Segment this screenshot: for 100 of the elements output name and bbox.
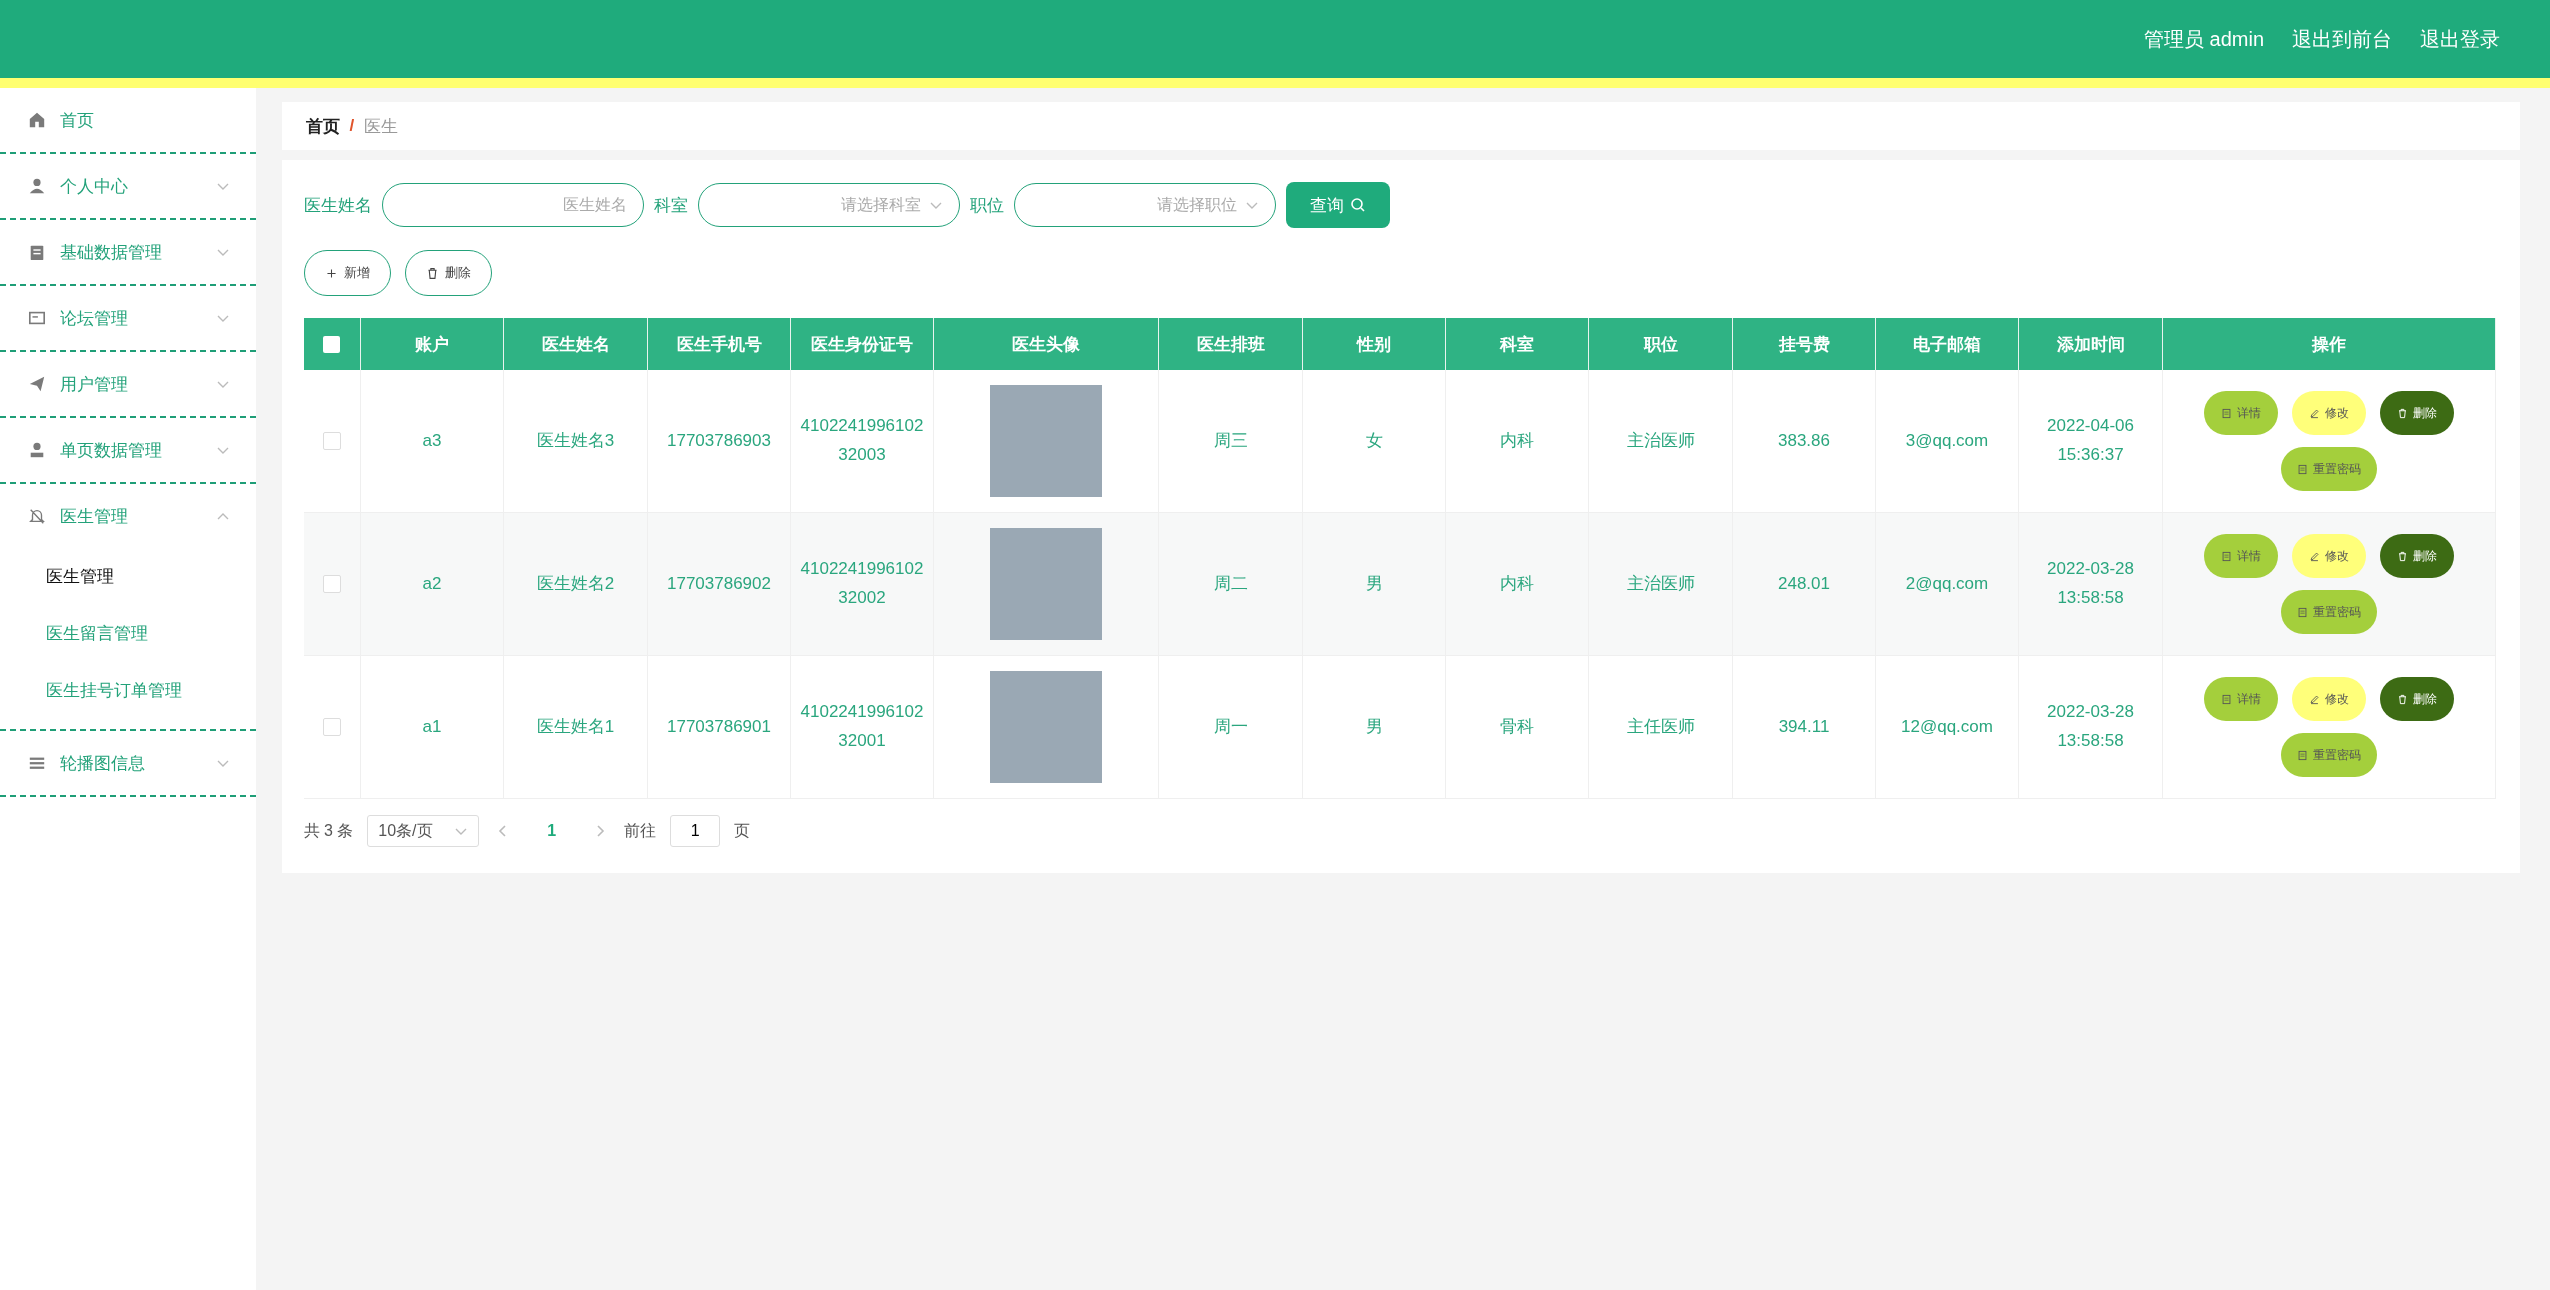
edit-button[interactable]: 修改 [2292, 391, 2366, 435]
document-icon [2221, 693, 2232, 705]
column-header: 操作 [2162, 318, 2496, 370]
sidebar-item[interactable]: 首页 [0, 88, 256, 154]
column-header: 职位 [1588, 318, 1733, 370]
breadcrumb-current: 医生 [364, 115, 399, 138]
sidebar-item[interactable]: 论坛管理 [0, 286, 256, 352]
menu-item-icon [28, 243, 46, 261]
menu-item-icon [28, 177, 46, 195]
column-header: 医生排班 [1158, 318, 1303, 370]
column-header: 挂号费 [1732, 318, 1876, 370]
table-cell: 骨科 [1445, 655, 1589, 799]
table-cell: 内科 [1445, 370, 1589, 513]
select-all-checkbox[interactable] [323, 336, 341, 353]
table-cell: 383.86 [1732, 370, 1876, 513]
trash-icon [2397, 693, 2408, 705]
delete-button[interactable]: 删除 [2380, 391, 2454, 435]
total-count: 共 3 条 [303, 820, 354, 841]
table-cell: 男 [1302, 655, 1446, 799]
table-cell: 2022-04-06 15:36:37 [2018, 370, 2163, 513]
table-cell: 2022-03-28 13:58:58 [2018, 655, 2163, 799]
detail-button[interactable]: 详情 [2204, 391, 2278, 435]
add-button[interactable]: 新增 [303, 250, 391, 296]
table-cell: 2022-03-28 13:58:58 [2018, 512, 2163, 656]
reset-button[interactable]: 重置密码 [2281, 590, 2377, 634]
reset-button[interactable]: 重置密码 [2281, 447, 2377, 491]
delete-button[interactable]: 删除 [404, 250, 492, 296]
page-input[interactable]: 1 [670, 815, 721, 847]
table-cell: 主治医师 [1588, 370, 1733, 513]
submenu-item[interactable]: 医生留言管理 [0, 605, 256, 662]
table-cell: 3@qq.com [1875, 370, 2019, 513]
column-header: 医生身份证号 [790, 318, 934, 370]
table-cell: 男 [1302, 512, 1446, 656]
edit-button[interactable]: 修改 [2292, 534, 2366, 578]
table-cell: 410224199610232002 [790, 512, 934, 656]
sidebar-item[interactable]: 医生管理 [0, 484, 256, 548]
search-icon [1349, 197, 1366, 213]
trash-icon [2397, 550, 2408, 562]
table-cell: a1 [360, 655, 504, 799]
table-cell: 410224199610232003 [790, 370, 934, 513]
column-header: 账户 [360, 318, 504, 370]
page-number[interactable]: 1 [527, 822, 577, 840]
table-cell: a2 [360, 512, 504, 656]
table-cell: 248.01 [1732, 512, 1876, 656]
pencil-icon [2309, 693, 2320, 705]
submenu-item[interactable]: 医生管理 [0, 548, 256, 605]
table-cell: 周三 [1158, 370, 1303, 513]
reset-button[interactable]: 重置密码 [2281, 733, 2377, 777]
table-cell: 12@qq.com [1875, 655, 2019, 799]
menu-item-icon [28, 309, 46, 327]
search-label: 医生姓名 [303, 194, 372, 217]
menu-item-icon [28, 111, 46, 129]
delete-button[interactable]: 删除 [2380, 534, 2454, 578]
table-cell: 主治医师 [1588, 512, 1733, 656]
document-icon [2221, 407, 2232, 419]
table-cell: 医生姓名2 [503, 512, 648, 656]
sidebar-item[interactable]: 轮播图信息 [0, 731, 256, 797]
column-header: 医生姓名 [503, 318, 648, 370]
submenu-item[interactable]: 医生挂号订单管理 [0, 662, 256, 719]
table-cell: 主任医师 [1588, 655, 1733, 799]
menu-item-icon [28, 375, 46, 393]
column-header: 医生手机号 [647, 318, 791, 370]
sidebar-item[interactable]: 单页数据管理 [0, 418, 256, 484]
table-cell: 周二 [1158, 512, 1303, 656]
sidebar-item[interactable]: 个人中心 [0, 154, 256, 220]
menu-item-icon [28, 441, 46, 459]
search-label: 职位 [969, 194, 1004, 217]
table-cell: 2@qq.com [1875, 512, 2019, 656]
table-cell: a3 [360, 370, 504, 513]
pencil-icon [2309, 550, 2320, 562]
menu-item-icon [28, 507, 46, 525]
header-link[interactable]: 退出到前台 [2292, 25, 2392, 53]
trash-icon [425, 266, 439, 280]
search-label: 科室 [653, 194, 688, 217]
input-field[interactable]: 医生姓名 [381, 183, 644, 227]
column-header: 电子邮箱 [1875, 318, 2019, 370]
document-icon [2297, 749, 2308, 761]
breadcrumb-link[interactable]: 首页 [305, 114, 340, 138]
table-cell: 410224199610232001 [790, 655, 934, 799]
document-icon [2221, 550, 2232, 562]
page-size-select[interactable]: 10条/页 [367, 815, 480, 847]
sidebar-item[interactable]: 用户管理 [0, 352, 256, 418]
table-cell: 周一 [1158, 655, 1303, 799]
table-cell: 17703786902 [647, 512, 791, 656]
delete-button[interactable]: 删除 [2380, 677, 2454, 721]
row-checkbox[interactable] [322, 432, 341, 451]
column-header: 医生头像 [933, 318, 1159, 370]
table-cell: 17703786903 [647, 370, 791, 513]
detail-button[interactable]: 详情 [2204, 677, 2278, 721]
detail-button[interactable]: 详情 [2204, 534, 2278, 578]
admin-user-label: 管理员 admin [2143, 26, 2264, 52]
search-button[interactable]: 查询 [1285, 182, 1390, 228]
row-checkbox[interactable] [322, 718, 341, 737]
table-cell: 394.11 [1732, 655, 1876, 799]
header-link[interactable]: 退出登录 [2420, 25, 2500, 53]
sidebar-item[interactable]: 基础数据管理 [0, 220, 256, 286]
row-checkbox[interactable] [322, 575, 341, 594]
edit-button[interactable]: 修改 [2292, 677, 2366, 721]
table-cell: 内科 [1445, 512, 1589, 656]
plus-icon [324, 266, 338, 280]
